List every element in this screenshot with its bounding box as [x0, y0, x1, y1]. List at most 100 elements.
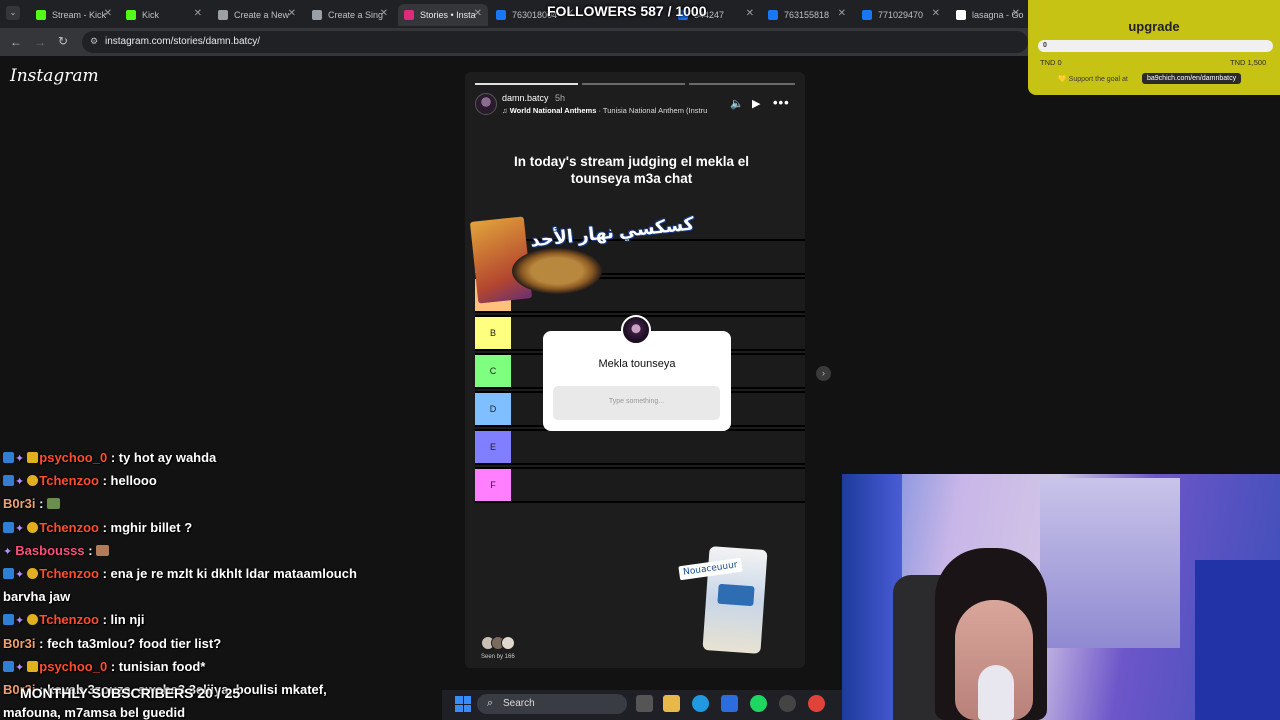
tab-favicon-icon	[404, 10, 414, 20]
tab-label: 763155818	[784, 10, 830, 20]
monthly-subs-counter: MONTHLY SUBSCRIBERS 20 / 25	[20, 685, 241, 701]
chat-username[interactable]: Tchenzoo	[39, 612, 99, 627]
settings-icon[interactable]	[779, 695, 796, 712]
tab-close-icon[interactable]: ✕	[746, 8, 754, 19]
tier-label: D	[475, 393, 511, 425]
url-text[interactable]: instagram.com/stories/damn.batcy/	[105, 36, 260, 47]
tab-9[interactable]: lasagna - Go ✕	[950, 4, 1026, 26]
chat-emote-icon	[47, 498, 61, 510]
tab-close-icon[interactable]: ✕	[288, 8, 296, 19]
tab-close-icon[interactable]: ✕	[380, 8, 388, 19]
heart-icon: 💛	[1058, 76, 1069, 83]
question-title: Mekla tounseya	[598, 358, 676, 370]
story-heading: In today's stream judging el mekla el to…	[513, 154, 750, 186]
chat-message: ✦ Basbousss :	[3, 542, 110, 558]
tab-label: Stream - Kick	[52, 10, 107, 20]
forward-icon[interactable]: →	[34, 35, 46, 49]
webcam-microphone	[978, 665, 1014, 720]
tier-label: E	[475, 431, 511, 463]
tab-favicon-icon	[218, 10, 228, 20]
tab-label: Kick	[142, 10, 160, 20]
sparkle-badge-icon: ✦	[15, 522, 28, 535]
tab-search-icon[interactable]: ⌄	[6, 6, 20, 20]
chat-separator: :	[84, 542, 97, 558]
taskbar-search[interactable]	[477, 694, 627, 714]
seen-by-count[interactable]: Seen by 166	[481, 654, 515, 660]
chat-text: mghir billet ?	[110, 519, 193, 535]
tier-label: C	[475, 355, 511, 387]
tab-favicon-icon	[862, 10, 872, 20]
tab-7[interactable]: 763155818 ✕	[762, 4, 852, 26]
chat-username[interactable]: B0r3i	[3, 636, 36, 651]
goal-link[interactable]: ba9chich.com/en/damnbatcy	[1142, 73, 1242, 84]
chat-text: lin nji	[110, 612, 145, 628]
chat-separator: :	[98, 612, 111, 628]
crown-badge-icon	[27, 452, 39, 463]
subscriber-badge-icon	[3, 452, 14, 463]
chat-text: ena je re mzlt ki dkhlt ldar mataamlouch	[110, 566, 357, 581]
viewer-avatar	[501, 636, 515, 650]
file-explorer-icon[interactable]	[663, 695, 680, 712]
volume-icon[interactable]: 🔈	[730, 97, 744, 110]
question-placeholder[interactable]: Type something...	[553, 398, 720, 405]
gold-badge-icon	[27, 614, 39, 626]
chat-message: ✦ Tchenzoo : ena je re mzlt ki dkhlt lda…	[3, 566, 357, 581]
spotify-icon[interactable]	[750, 695, 767, 712]
tab-close-icon[interactable]: ✕	[104, 8, 112, 19]
chat-username[interactable]: Tchenzoo	[39, 473, 99, 488]
chat-emote-icon	[96, 544, 110, 556]
sparkle-badge-icon: ✦	[15, 661, 28, 674]
question-avatar	[621, 315, 651, 345]
tab-close-icon[interactable]: ✕	[838, 8, 846, 19]
chat-text: mafouna, m7amsa bel guedid	[3, 705, 186, 720]
tab-close-icon[interactable]: ✕	[932, 8, 940, 19]
seen-by-avatars[interactable]	[481, 636, 515, 650]
chat-username[interactable]: psychoo_0	[39, 450, 107, 465]
play-icon[interactable]: ▶	[752, 97, 760, 110]
tab-4[interactable]: Stories • Insta ✕	[398, 4, 488, 26]
story-avatar[interactable]	[475, 93, 497, 115]
subscriber-badge-icon	[3, 521, 14, 533]
tab-close-icon[interactable]: ✕	[474, 8, 482, 19]
store-icon[interactable]	[721, 695, 738, 712]
task-view-icon[interactable]	[636, 695, 653, 712]
rice-bag-band	[717, 583, 755, 607]
tab-2[interactable]: Create a New ✕	[212, 4, 302, 26]
chat-message: ✦ psychoo_0 : tunisian food*	[3, 659, 205, 674]
webcam-background-door	[1040, 478, 1180, 648]
chat-username[interactable]: Tchenzoo	[39, 520, 99, 535]
tab-3[interactable]: Create a Sing ✕	[306, 4, 394, 26]
chat-username[interactable]: Tchenzoo	[39, 566, 99, 581]
reload-icon[interactable]: ↻	[58, 34, 68, 48]
gold-badge-icon	[27, 568, 39, 579]
chat-username[interactable]: Basbousss	[15, 543, 84, 558]
goal-progress-bar	[1038, 40, 1273, 52]
tab-0[interactable]: Stream - Kick ✕	[30, 4, 118, 26]
tab-close-icon[interactable]: ✕	[1012, 8, 1020, 19]
goal-max: TND 1,500	[1230, 58, 1267, 67]
taskbar-search-label[interactable]: Search	[503, 698, 535, 709]
site-info-icon[interactable]: ⚙	[90, 36, 98, 47]
next-story-icon[interactable]: ›	[816, 366, 831, 381]
tier-label: B	[475, 317, 511, 349]
back-icon[interactable]: ←	[10, 35, 22, 49]
tab-8[interactable]: 771029470 ✕	[856, 4, 946, 26]
chat-message: B0r3i :	[3, 496, 61, 511]
gold-badge-icon	[27, 521, 39, 533]
story-music[interactable]: ♫ World National Anthems · Tunisia Natio…	[502, 106, 722, 115]
chat-username[interactable]: psychoo_0	[39, 659, 107, 674]
instagram-logo[interactable]: Instagram	[10, 66, 99, 86]
chat-text: ty hot ay wahda	[118, 450, 217, 465]
chat-message: ✦ psychoo_0 : ty hot ay wahda	[3, 450, 216, 465]
chrome-icon[interactable]	[808, 695, 825, 712]
tab-close-icon[interactable]: ✕	[194, 8, 202, 19]
windows-start-icon[interactable]	[455, 696, 471, 712]
subscriber-badge-icon	[3, 614, 14, 626]
tab-1[interactable]: Kick ✕	[120, 4, 208, 26]
tab-favicon-icon	[126, 10, 136, 20]
more-options-icon[interactable]: •••	[773, 95, 790, 110]
followers-counter: FOLLOWERS 587 / 1000	[547, 3, 707, 19]
chat-username[interactable]: B0r3i	[3, 496, 36, 511]
story-username[interactable]: damn.batcy	[502, 93, 549, 103]
edge-icon[interactable]	[692, 695, 709, 712]
